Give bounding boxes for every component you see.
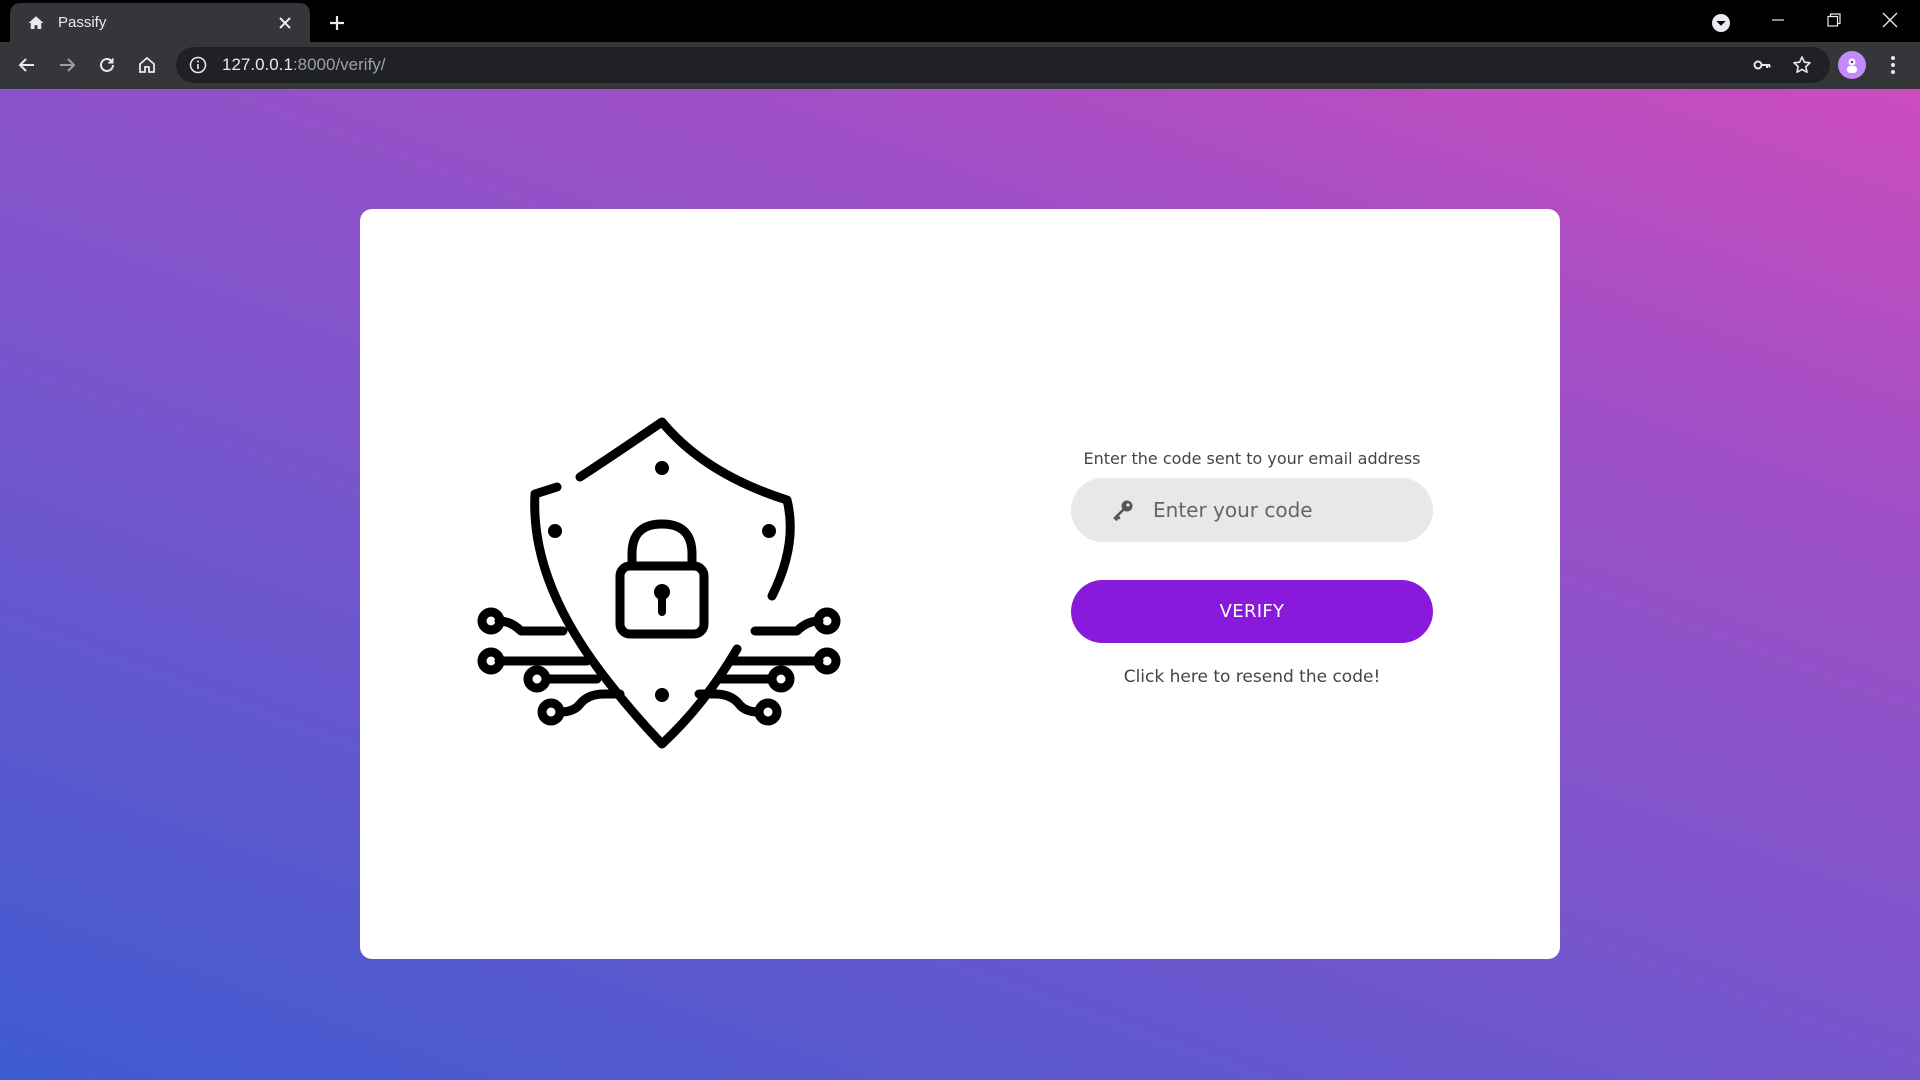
close-icon[interactable] — [274, 12, 296, 34]
info-icon[interactable] — [188, 55, 208, 75]
url-path: :8000/verify/ — [292, 55, 386, 74]
forward-button[interactable] — [49, 47, 85, 83]
tab-strip: Passify — [0, 0, 1920, 42]
menu-button[interactable] — [1875, 47, 1911, 83]
url-text[interactable]: 127.0.0.1:8000/verify/ — [222, 55, 386, 75]
restore-button[interactable] — [1806, 0, 1862, 40]
reload-button[interactable] — [89, 47, 125, 83]
code-input[interactable] — [1153, 498, 1403, 522]
tab-title: Passify — [58, 14, 107, 31]
verify-form: Enter the code sent to your email addres… — [1071, 449, 1433, 687]
resend-code-link[interactable]: Click here to resend the code! — [1124, 667, 1381, 687]
url-host: 127.0.0.1 — [222, 55, 293, 74]
code-field[interactable] — [1071, 478, 1433, 542]
browser-toolbar: 127.0.0.1:8000/verify/ — [0, 42, 1920, 89]
verify-button[interactable]: VERIFY — [1071, 580, 1433, 643]
home-button[interactable] — [129, 47, 165, 83]
close-window-button[interactable] — [1862, 0, 1918, 40]
home-icon — [26, 13, 46, 33]
key-icon — [1111, 498, 1135, 522]
back-button[interactable] — [9, 47, 45, 83]
minimize-button[interactable] — [1750, 0, 1806, 40]
page-background: Enter the code sent to your email addres… — [0, 89, 1920, 1080]
shield-lock-circuit-icon — [475, 394, 855, 774]
new-tab-button[interactable] — [322, 8, 352, 38]
address-bar[interactable]: 127.0.0.1:8000/verify/ — [176, 47, 1830, 83]
verify-card: Enter the code sent to your email addres… — [360, 209, 1560, 959]
verify-prompt: Enter the code sent to your email addres… — [1083, 449, 1421, 468]
bookmark-star-icon[interactable] — [1784, 47, 1820, 83]
tab-search-icon[interactable] — [1706, 8, 1736, 38]
profile-avatar[interactable] — [1838, 51, 1866, 79]
browser-tab[interactable]: Passify — [10, 3, 310, 42]
password-key-icon[interactable] — [1744, 47, 1780, 83]
